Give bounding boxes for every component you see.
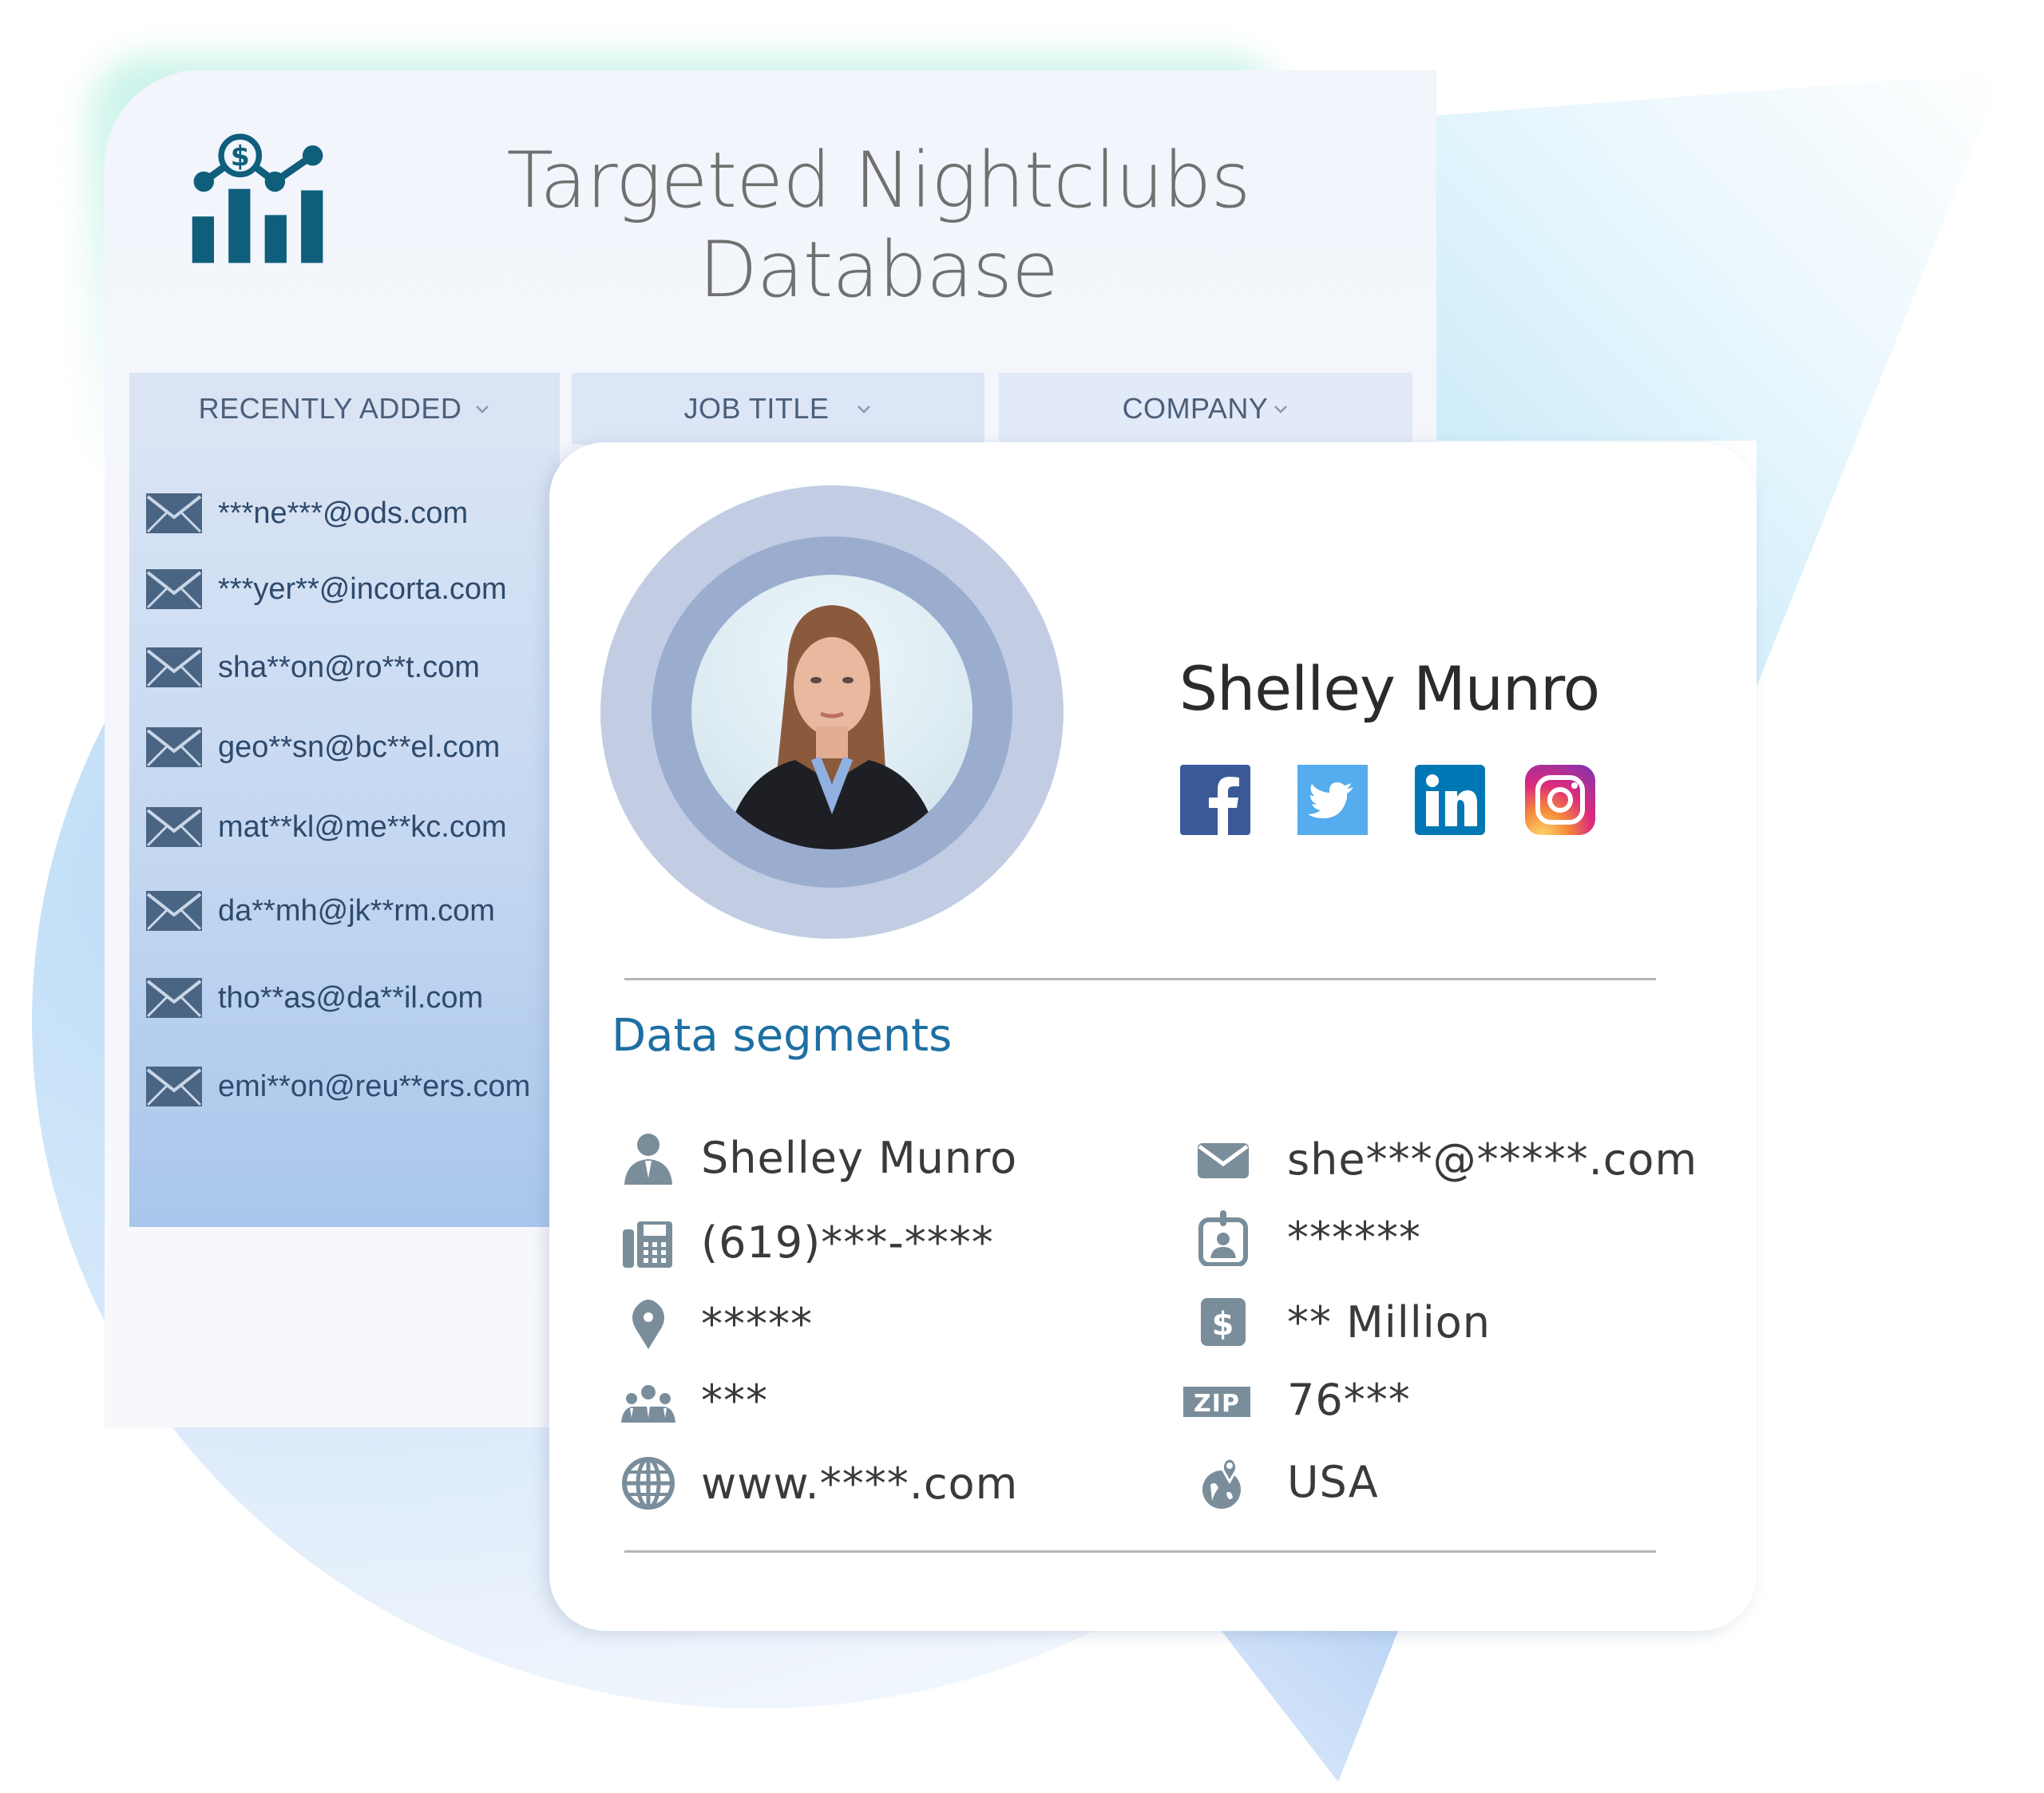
zip-icon: ZIP	[1183, 1387, 1250, 1418]
page-title-line1: Targeted Nightclubs	[506, 136, 1250, 225]
list-item[interactable]: sha**on@ro**t.com	[146, 645, 480, 690]
segment-value: Shelley Munro	[701, 1132, 1018, 1183]
envelope-icon	[146, 807, 202, 847]
tab-label: RECENTLY ADDED	[198, 392, 462, 425]
envelope-icon	[146, 978, 202, 1018]
email-address: sha**on@ro**t.com	[218, 650, 480, 684]
background-triangle-bottom	[1222, 1631, 1398, 1782]
id-badge-icon	[1198, 1210, 1248, 1266]
avatar	[691, 575, 972, 849]
list-item[interactable]: ***ne***@ods.com	[146, 491, 468, 536]
email-address: mat**kl@me**kc.com	[218, 809, 507, 844]
segment-group: ***	[620, 1370, 768, 1431]
segment-person: Shelley Munro	[620, 1127, 1017, 1188]
segment-value: ******	[1287, 1212, 1421, 1263]
segment-value: (619)***-****	[701, 1217, 994, 1268]
list-item[interactable]: da**mh@jk**rm.com	[146, 889, 495, 933]
segment-globe: www.****.com	[620, 1453, 1018, 1514]
chart-dollar-icon: $	[192, 133, 323, 263]
profile-name: Shelley Munro	[1178, 653, 1600, 724]
segment-value: www.****.com	[701, 1458, 1019, 1509]
divider	[624, 1550, 1656, 1553]
segment-value: USA	[1287, 1456, 1379, 1507]
globe-icon	[622, 1457, 675, 1510]
segment-value: ** Million	[1287, 1296, 1491, 1348]
data-segments-title: Data segments	[612, 1010, 953, 1062]
svg-text:$: $	[1212, 1306, 1235, 1343]
instagram-icon[interactable]	[1525, 765, 1595, 835]
tab-company[interactable]: COMPANY	[999, 373, 1412, 445]
tab-job-title[interactable]: JOB TITLE	[572, 373, 984, 445]
segment-id-badge: ******	[1194, 1207, 1421, 1268]
tab-label: JOB TITLE	[683, 392, 830, 425]
group-icon	[621, 1385, 675, 1423]
segment-zip: ZIP 76***	[1183, 1369, 1411, 1430]
email-address: emi**on@reu**ers.com	[218, 1069, 531, 1103]
envelope-icon	[146, 569, 202, 609]
email-address: ***yer**@incorta.com	[218, 572, 507, 606]
divider	[624, 978, 1656, 980]
list-item[interactable]: ***yer**@incorta.com	[146, 567, 507, 612]
envelope-icon	[146, 647, 202, 687]
email-address: tho**as@da**il.com	[218, 980, 484, 1015]
list-item[interactable]: tho**as@da**il.com	[146, 976, 483, 1020]
segment-value: 76***	[1287, 1374, 1411, 1425]
chevron-down-icon	[476, 406, 489, 414]
envelope-icon	[1198, 1143, 1249, 1178]
chevron-down-icon	[858, 406, 871, 414]
envelope-icon	[146, 1067, 202, 1106]
envelope-icon	[146, 727, 202, 767]
facebook-icon[interactable]	[1180, 765, 1250, 835]
svg-text:$: $	[231, 141, 250, 173]
page-title: Targeted Nightclubs Database	[447, 136, 1309, 315]
segment-envelope: she***@*****.com	[1194, 1129, 1697, 1189]
email-address: da**mh@jk**rm.com	[218, 893, 495, 928]
tab-recently-added[interactable]: RECENTLY ADDED	[129, 373, 560, 445]
list-item[interactable]: mat**kl@me**kc.com	[146, 805, 507, 849]
linkedin-icon[interactable]	[1415, 765, 1485, 835]
person-icon	[624, 1134, 672, 1185]
svg-text:ZIP: ZIP	[1194, 1390, 1240, 1418]
globe-pin-icon	[1202, 1457, 1241, 1509]
segment-value: *****	[701, 1298, 813, 1349]
envelope-icon	[146, 891, 202, 931]
location-pin-icon	[632, 1300, 664, 1349]
chevron-down-icon	[1274, 406, 1288, 414]
list-item[interactable]: emi**on@reu**ers.com	[146, 1064, 530, 1109]
segment-phone: (619)***-****	[620, 1212, 994, 1273]
phone-icon	[623, 1221, 672, 1268]
twitter-icon[interactable]	[1297, 765, 1368, 835]
email-address: ***ne***@ods.com	[218, 496, 469, 530]
email-address: geo**sn@bc**el.com	[218, 730, 501, 764]
list-item[interactable]: geo**sn@bc**el.com	[146, 725, 500, 770]
profile-photo	[723, 605, 941, 849]
envelope-icon	[146, 493, 202, 533]
segment-location-pin: *****	[620, 1293, 813, 1354]
segment-value: she***@*****.com	[1287, 1134, 1698, 1185]
segment-globe-pin: USA	[1194, 1451, 1379, 1512]
tab-label: COMPANY	[1122, 392, 1269, 425]
page-title-line2: Database	[698, 225, 1059, 315]
dollar-icon: $	[1201, 1298, 1246, 1346]
segment-dollar: $ ** Million	[1194, 1292, 1491, 1352]
segment-value: ***	[701, 1375, 768, 1426]
